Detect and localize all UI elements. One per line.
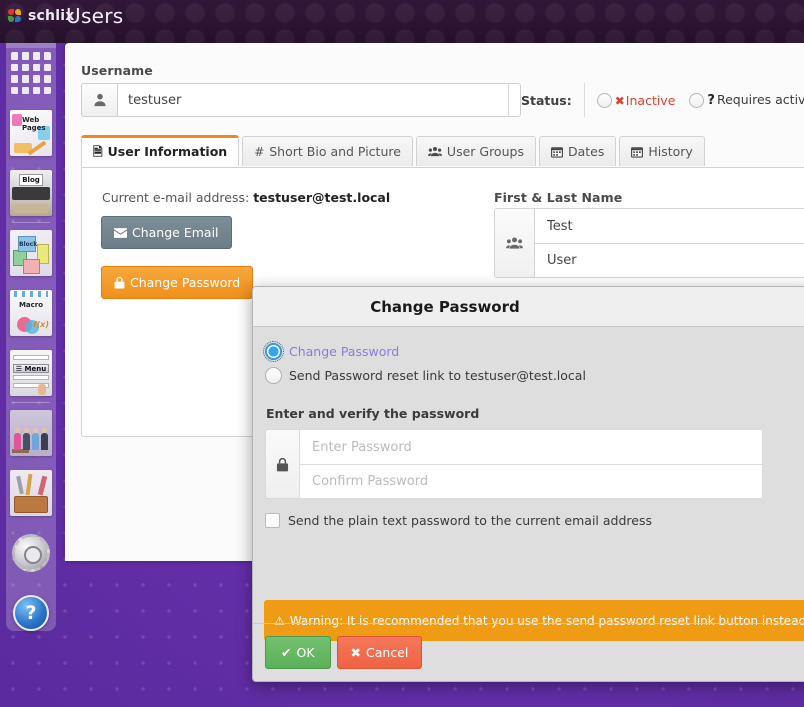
radio-circle-icon[interactable] xyxy=(689,92,705,108)
sidebar: Web Pages Blog Block Macro f(x) ☰ Menu ? xyxy=(6,34,56,631)
sidebar-item-users[interactable] xyxy=(6,403,56,463)
sidebar-item-settings[interactable] xyxy=(6,523,56,583)
password-field-group xyxy=(265,429,763,499)
tab-label: Dates xyxy=(567,144,605,159)
envelope-icon xyxy=(114,227,127,238)
checkbox-icon[interactable] xyxy=(265,513,280,528)
username-field-group xyxy=(81,83,521,117)
sidebar-item-dashboard[interactable] xyxy=(6,43,56,103)
users-photo-icon xyxy=(10,410,52,456)
status-inactive-label: ✖Inactive xyxy=(614,92,676,108)
names-label: First & Last Name xyxy=(494,190,623,205)
tab-label: User Groups xyxy=(446,144,524,159)
last-name-input[interactable] xyxy=(534,243,804,278)
calendar-icon xyxy=(550,146,563,158)
divider xyxy=(583,83,585,117)
radio-change-password[interactable]: Change Password xyxy=(263,341,801,362)
button-label: Change Email xyxy=(132,225,219,240)
tab-label: History xyxy=(648,144,693,159)
sidebar-item-macro[interactable]: Macro f(x) xyxy=(6,283,56,343)
sidebar-item-block[interactable]: Block xyxy=(6,223,56,283)
macro-icon: Macro f(x) xyxy=(10,290,52,336)
x-icon: ✖ xyxy=(614,93,625,108)
username-input[interactable] xyxy=(117,83,521,117)
radio-send-reset-link[interactable]: Send Password reset link to testuser@tes… xyxy=(265,367,801,384)
sidebar-item-tools[interactable] xyxy=(6,463,56,523)
check-icon: ✔ xyxy=(281,645,292,660)
brand-logo[interactable]: schlix xyxy=(8,8,74,24)
status-radio-requires-activation[interactable]: ?Requires activation xyxy=(689,92,804,108)
question-icon: ? xyxy=(707,93,715,108)
send-plain-text-checkbox-row[interactable]: Send the plain text password to the curr… xyxy=(265,513,801,528)
password-section-label: Enter and verify the password xyxy=(266,406,480,421)
current-email-label: Current e-mail address: xyxy=(102,190,250,205)
button-label: Cancel xyxy=(366,645,409,660)
username-label: Username xyxy=(81,63,153,78)
dialog-footer: ✔ OK ✖ Cancel xyxy=(253,623,804,681)
tab-history[interactable]: History xyxy=(619,136,705,166)
dialog-header: Change Password xyxy=(253,287,804,327)
first-name-input[interactable] xyxy=(534,208,804,243)
block-boxes-icon: Block xyxy=(10,230,52,276)
calendar-icon xyxy=(631,146,644,158)
status-radio-inactive[interactable]: ✖Inactive xyxy=(596,92,676,108)
tab-bar: 🗎 User Information # Short Bio and Pictu… xyxy=(81,135,708,166)
status-requires-activation-label: ?Requires activation xyxy=(707,92,804,108)
pinwheel-logo-icon xyxy=(8,8,23,24)
hash-icon: # xyxy=(254,144,265,159)
change-password-button[interactable]: Change Password xyxy=(101,266,254,299)
sidebar-item-web-pages[interactable]: Web Pages xyxy=(6,103,56,163)
radio-label: Send Password reset link to testuser@tes… xyxy=(289,368,586,383)
radio-selected-icon[interactable] xyxy=(263,341,284,362)
tab-label: Short Bio and Picture xyxy=(269,144,401,159)
sidebar-item-menu[interactable]: ☰ Menu xyxy=(6,343,56,403)
tab-user-groups[interactable]: User Groups xyxy=(415,136,536,166)
x-icon: ✖ xyxy=(350,645,362,660)
sidebar-item-help[interactable]: ? xyxy=(6,583,56,643)
users-icon xyxy=(494,208,534,278)
grid-icon xyxy=(11,52,51,94)
tab-user-information[interactable]: 🗎 User Information xyxy=(81,135,240,166)
dialog-title: Change Password xyxy=(370,297,520,316)
cancel-button[interactable]: ✖ Cancel xyxy=(336,636,423,669)
dialog-body: Change Password Send Password reset link… xyxy=(253,327,804,641)
page-title: Users xyxy=(66,4,124,28)
web-pages-icon: Web Pages xyxy=(10,110,52,156)
top-header-bar: schlix Users xyxy=(0,0,804,43)
tab-label: User Information xyxy=(107,144,228,159)
help-question-icon: ? xyxy=(10,590,52,636)
lock-icon xyxy=(265,429,299,499)
change-email-button[interactable]: Change Email xyxy=(101,216,232,249)
radio-label: Change Password xyxy=(289,344,400,359)
blog-typewriter-icon: Blog xyxy=(10,170,52,216)
tab-short-bio-and-picture[interactable]: # Short Bio and Picture xyxy=(242,136,413,166)
file-icon: 🗎 xyxy=(93,144,103,159)
names-inputs xyxy=(534,208,804,278)
menu-icon: ☰ Menu xyxy=(10,350,52,396)
current-email-value: testuser@test.local xyxy=(253,190,391,205)
tab-dates[interactable]: Dates xyxy=(538,136,617,166)
password-inputs xyxy=(299,429,763,499)
button-label: OK xyxy=(296,645,315,660)
lock-icon xyxy=(114,276,125,289)
gear-icon xyxy=(10,530,52,576)
confirm-password-input[interactable] xyxy=(299,464,763,499)
checkbox-label: Send the plain text password to the curr… xyxy=(288,513,652,528)
radio-circle-icon[interactable] xyxy=(265,367,282,384)
change-password-dialog: Change Password Change Password Send Pas… xyxy=(252,286,804,682)
toolbox-icon xyxy=(10,470,52,516)
status-label: Status: xyxy=(521,92,572,108)
names-field-group xyxy=(494,208,804,278)
user-icon xyxy=(81,83,117,117)
current-email-row: Current e-mail address: testuser@test.lo… xyxy=(102,190,390,205)
radio-circle-icon[interactable] xyxy=(596,92,612,108)
button-label: Change Password xyxy=(130,275,241,290)
password-input[interactable] xyxy=(299,429,763,464)
users-icon xyxy=(427,146,442,157)
status-group: Status: ✖Inactive ?Requires activation xyxy=(508,83,804,117)
ok-button[interactable]: ✔ OK xyxy=(265,636,331,669)
sidebar-item-blog[interactable]: Blog xyxy=(6,163,56,223)
